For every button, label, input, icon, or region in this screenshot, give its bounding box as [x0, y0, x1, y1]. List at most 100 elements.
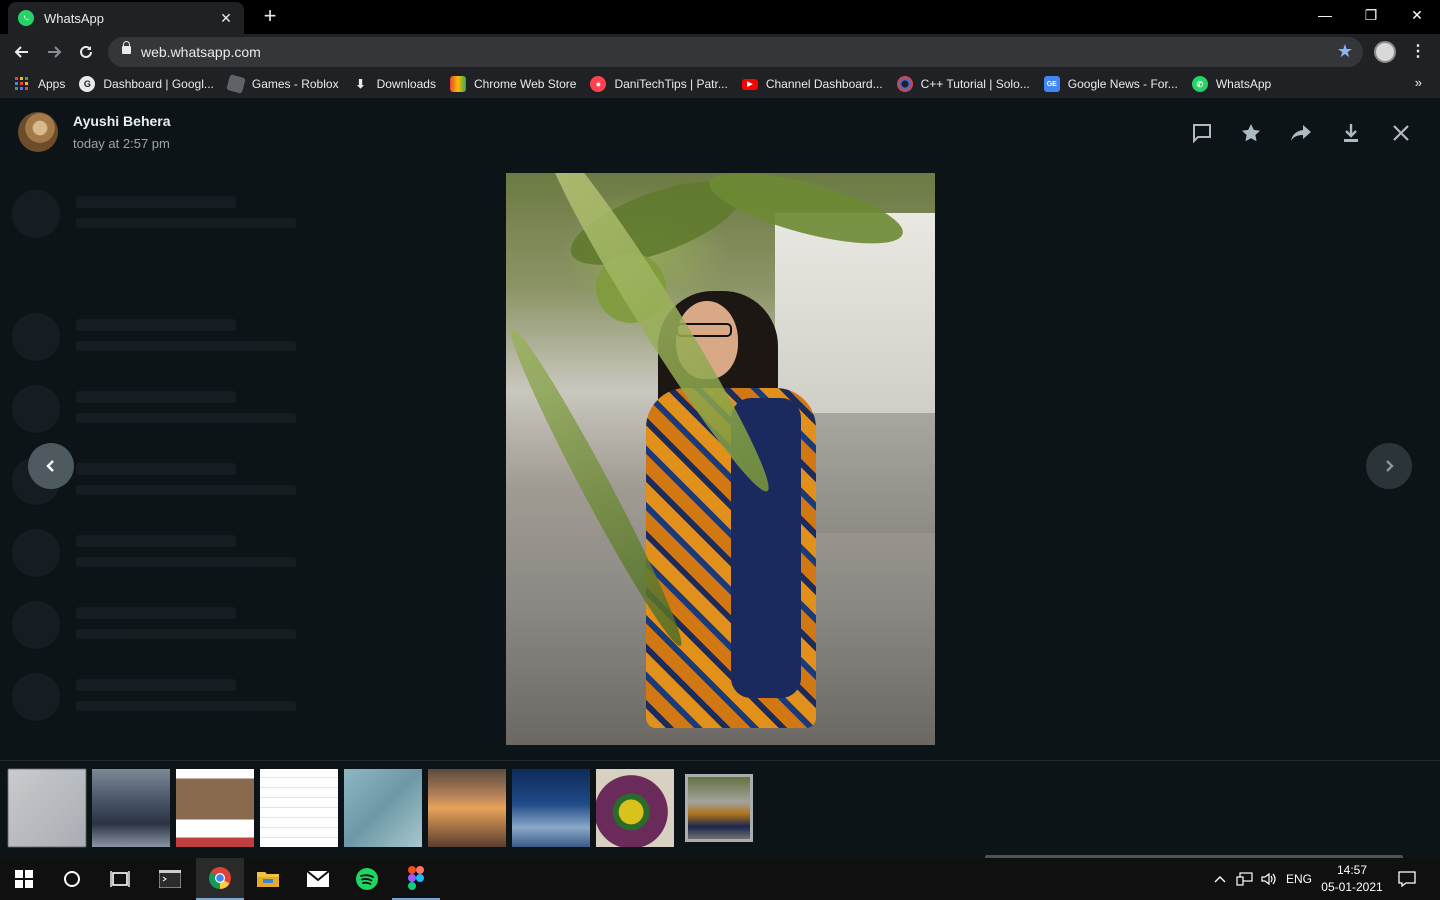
forward-button[interactable] [42, 40, 66, 64]
bookmark-label: Apps [38, 77, 66, 91]
google-dashboard-icon: G [79, 76, 96, 92]
bookmark-label: Downloads [376, 77, 436, 91]
bookmark-label: Dashboard | Googl... [103, 77, 214, 91]
download-button[interactable] [1336, 118, 1366, 148]
chevron-right-icon [1386, 460, 1394, 472]
address-bar-url[interactable]: web.whatsapp.com [141, 44, 261, 60]
patreon-icon: ● [590, 76, 607, 92]
whatsapp-icon: ✆ [1191, 76, 1208, 92]
taskbar-chrome[interactable] [196, 858, 244, 900]
new-tab-button[interactable]: + [258, 4, 282, 28]
roblox-icon [226, 74, 246, 94]
media-thumbnail[interactable] [512, 769, 590, 847]
sender-avatar[interactable] [18, 112, 58, 152]
bookmark-label: Games - Roblox [251, 77, 339, 91]
network-icon[interactable] [1235, 858, 1255, 900]
sender-name: Ayushi Behera [73, 113, 171, 129]
bookmark-dashboard[interactable]: G Dashboard | Googl... [79, 76, 214, 92]
media-thumbnail[interactable] [428, 769, 506, 847]
media-thumbnail[interactable] [344, 769, 422, 847]
mail-icon [306, 870, 330, 887]
browser-tab-strip: WhatsApp ✕ + — ❐ ✕ [0, 0, 1440, 34]
chevron-left-icon [46, 460, 54, 472]
reload-icon [80, 45, 92, 58]
media-thumbnail-active[interactable] [685, 774, 753, 842]
folder-icon [257, 872, 279, 887]
bookmark-youtube[interactable]: ▶ Channel Dashboard... [741, 77, 883, 91]
tab-close-icon[interactable]: ✕ [218, 10, 234, 27]
tab-title: WhatsApp [44, 10, 104, 26]
tray-overflow-icon[interactable] [1210, 858, 1230, 900]
sololearn-icon [896, 76, 913, 92]
address-bar[interactable]: web.whatsapp.com ★ [108, 37, 1363, 67]
bookmark-roblox[interactable]: Games - Roblox [226, 74, 339, 94]
bookmark-label: Channel Dashboard... [765, 77, 883, 91]
background-chat-item [12, 529, 352, 577]
bookmarks-overflow-icon[interactable]: » [1415, 75, 1422, 90]
bookmark-star-icon[interactable]: ★ [1337, 41, 1353, 62]
bookmark-sololearn[interactable]: C++ Tutorial | Solo... [896, 76, 1030, 92]
youtube-icon: ▶ [741, 78, 758, 90]
taskbar-mail[interactable] [294, 858, 342, 900]
bookmark-chrome-web-store[interactable]: Chrome Web Store [449, 76, 577, 92]
previous-media-button[interactable] [28, 443, 74, 489]
taskbar-figma[interactable] [392, 858, 440, 900]
back-arrow-icon [14, 46, 28, 58]
reply-button[interactable] [1187, 118, 1217, 148]
bookmark-whatsapp[interactable]: ✆ WhatsApp [1191, 76, 1271, 92]
bookmark-patreon[interactable]: ● DaniTechTips | Patr... [590, 76, 728, 92]
back-button[interactable] [10, 40, 34, 64]
next-media-button[interactable] [1366, 443, 1412, 489]
task-view-icon [110, 871, 130, 887]
bookmark-label: DaniTechTips | Patr... [614, 77, 728, 91]
restore-button[interactable]: ❐ [1348, 0, 1394, 30]
download-icon [1344, 124, 1358, 142]
browser-tab-whatsapp[interactable]: WhatsApp ✕ [8, 2, 244, 34]
background-chat-item [12, 190, 352, 238]
background-chat-item [12, 673, 352, 721]
media-thumbnail[interactable] [260, 769, 338, 847]
forward-button[interactable] [1286, 118, 1316, 148]
bookmark-downloads[interactable]: ⬇ Downloads [353, 76, 436, 92]
clock-date: 05-01-2021 [1321, 880, 1383, 894]
clock[interactable]: 14:57 05-01-2021 [1318, 858, 1386, 900]
task-view-button[interactable] [96, 858, 144, 900]
media-thumbnail[interactable] [8, 769, 86, 847]
media-thumbnail[interactable] [92, 769, 170, 847]
windows-logo-icon [15, 870, 33, 888]
clock-time: 14:57 [1336, 863, 1368, 877]
spotify-icon [356, 868, 378, 890]
close-window-button[interactable]: ✕ [1394, 0, 1440, 30]
media-thumbnail[interactable] [596, 769, 674, 847]
bookmark-label: Chrome Web Store [473, 77, 577, 91]
close-viewer-button[interactable] [1386, 118, 1416, 148]
profile-avatar-icon[interactable] [1374, 41, 1396, 63]
main-photo[interactable] [506, 173, 935, 745]
search-button[interactable] [48, 858, 96, 900]
media-sender-info: Ayushi Behera today at 2:57 pm [18, 112, 171, 152]
star-message-button[interactable] [1236, 118, 1266, 148]
reply-icon [1193, 124, 1211, 144]
download-icon: ⬇ [355, 77, 366, 91]
background-chat-item [12, 601, 352, 649]
media-thumbnail[interactable] [176, 769, 254, 847]
reload-button[interactable] [74, 40, 98, 64]
bookmark-label: Google News - For... [1067, 77, 1178, 91]
forward-arrow-icon [48, 46, 62, 58]
bookmark-apps[interactable]: Apps [14, 76, 65, 92]
taskbar-terminal[interactable] [146, 858, 194, 900]
lock-icon [122, 41, 131, 54]
taskbar-file-explorer[interactable] [244, 858, 292, 900]
taskbar-spotify[interactable] [343, 858, 391, 900]
background-chat-item [12, 313, 352, 361]
start-button[interactable] [0, 858, 48, 900]
photo-sky [775, 213, 935, 413]
bookmark-label: C++ Tutorial | Solo... [920, 77, 1030, 91]
input-language[interactable]: ENG [1284, 858, 1314, 900]
minimize-button[interactable]: — [1302, 0, 1348, 30]
terminal-icon [159, 870, 181, 888]
bookmark-google-news[interactable]: GE Google News - For... [1043, 76, 1178, 92]
browser-menu-icon[interactable]: ⋮ [1408, 41, 1428, 63]
volume-icon[interactable] [1258, 858, 1280, 900]
notification-center-icon[interactable] [1392, 858, 1422, 900]
